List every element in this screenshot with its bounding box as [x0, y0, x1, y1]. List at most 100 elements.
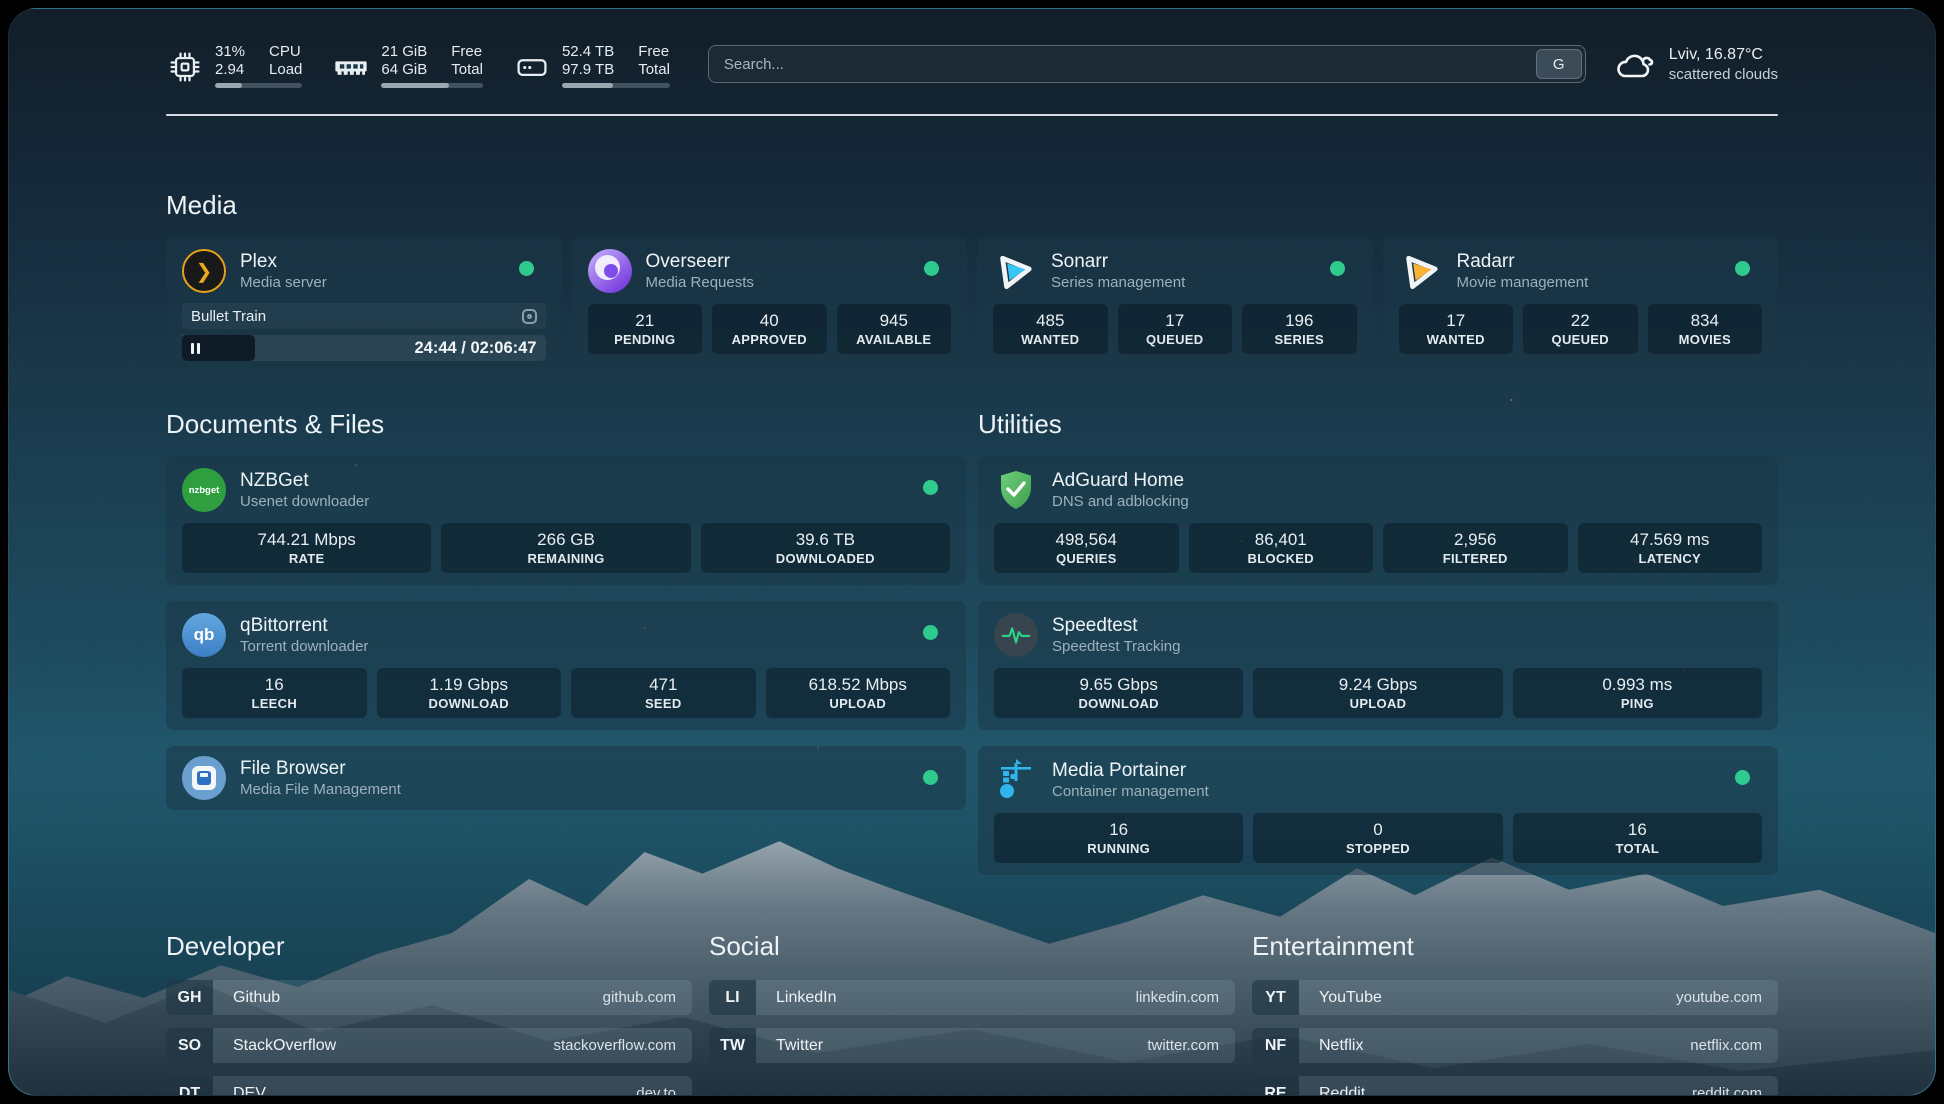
pause-icon[interactable] — [197, 343, 200, 354]
bookmark-abbr: LI — [709, 980, 756, 1015]
bookmark-name: Github — [233, 980, 280, 1015]
nzbget-card[interactable]: nzbget NZBGet Usenet downloader 744.21 M… — [166, 456, 966, 585]
stat-box: 0 STOPPED — [1253, 813, 1502, 863]
stat-box: 945 AVAILABLE — [837, 304, 952, 354]
sonarr-title: Sonarr — [1051, 250, 1185, 273]
plex-icon: ❯ — [182, 249, 226, 293]
pause-icon[interactable] — [191, 343, 194, 354]
memory-total-value: 64 GiB — [381, 61, 427, 79]
bookmark-reddit[interactable]: RE Reddit reddit.com — [1252, 1076, 1778, 1096]
dashboard-window: 31% 2.94 CPU Load — [8, 8, 1936, 1096]
radarr-title: Radarr — [1457, 250, 1589, 273]
stat-box: 16 LEECH — [182, 668, 367, 718]
adguard-description: DNS and adblocking — [1052, 492, 1189, 511]
stat-box: 9.65 Gbps DOWNLOAD — [994, 668, 1243, 718]
stat-label: BLOCKED — [1248, 551, 1314, 566]
plex-progress-bar: 24:44 / 02:06:47 — [182, 335, 546, 361]
bookmark-dev[interactable]: DT DEV dev.to — [166, 1076, 692, 1096]
plex-status-dot — [519, 261, 534, 276]
stat-value: 17 — [1446, 311, 1465, 331]
speedtest-card[interactable]: Speedtest Speedtest Tracking 9.65 Gbps D… — [978, 601, 1778, 730]
stat-value: 618.52 Mbps — [809, 675, 907, 695]
plex-card[interactable]: ❯ Plex Media server Bullet Train — [166, 237, 562, 373]
stat-value: 22 — [1571, 311, 1590, 331]
sonarr-description: Series management — [1051, 273, 1185, 292]
stat-value: 945 — [880, 311, 908, 331]
bookmark-name: Twitter — [776, 1028, 823, 1063]
memory-resource-widget: 21 GiB 64 GiB Free Total — [332, 43, 483, 88]
stat-label: RUNNING — [1087, 841, 1150, 856]
bookmark-netflix[interactable]: NF Netflix netflix.com — [1252, 1028, 1778, 1063]
stat-box: 196 SERIES — [1242, 304, 1357, 354]
bookmark-abbr: SO — [166, 1028, 213, 1063]
stat-label: UPLOAD — [829, 696, 886, 711]
radarr-description: Movie management — [1457, 273, 1589, 292]
bookmark-abbr: RE — [1252, 1076, 1299, 1096]
qbittorrent-card[interactable]: qb qBittorrent Torrent downloader 16 LEE… — [166, 601, 966, 730]
bookmark-domain: netflix.com — [1690, 1028, 1762, 1063]
sonarr-card[interactable]: Sonarr Series management 485 WANTED 17 Q… — [977, 237, 1373, 373]
nzbget-title: NZBGet — [240, 469, 369, 492]
overseerr-status-dot — [924, 261, 939, 276]
bookmark-linkedin[interactable]: LI LinkedIn linkedin.com — [709, 980, 1235, 1015]
disk-labels: Free Total — [638, 43, 670, 78]
stat-value: 86,401 — [1255, 530, 1307, 550]
memory-values: 21 GiB 64 GiB — [381, 43, 427, 78]
cpu-load-label: Load — [269, 61, 302, 79]
stat-label: PENDING — [614, 332, 675, 347]
cpu-load-value: 2.94 — [215, 61, 245, 79]
disk-free-label: Free — [638, 43, 670, 61]
bookmark-youtube[interactable]: YT YouTube youtube.com — [1252, 980, 1778, 1015]
stat-value: 9.65 Gbps — [1079, 675, 1157, 695]
bookmark-abbr: TW — [709, 1028, 756, 1063]
search-input[interactable] — [708, 45, 1586, 83]
bookmark-domain: twitter.com — [1147, 1028, 1219, 1063]
plex-description: Media server — [240, 273, 327, 292]
stat-label: MOVIES — [1679, 332, 1731, 347]
bookmark-domain: youtube.com — [1676, 980, 1762, 1015]
stat-value: 40 — [760, 311, 779, 331]
portainer-card[interactable]: Media Portainer Container management 16 … — [978, 746, 1778, 875]
cpu-progress-fill — [215, 83, 242, 88]
stat-value: 266 GB — [537, 530, 595, 550]
bookmark-stackoverflow[interactable]: SO StackOverflow stackoverflow.com — [166, 1028, 692, 1063]
bookmark-abbr: YT — [1252, 980, 1299, 1015]
memory-free-value: 21 GiB — [381, 43, 427, 61]
bookmark-twitter[interactable]: TW Twitter twitter.com — [709, 1028, 1235, 1063]
plex-elapsed-pill — [182, 335, 255, 361]
memory-free-label: Free — [451, 43, 483, 61]
stat-value: 16 — [1109, 820, 1128, 840]
stat-value: 498,564 — [1056, 530, 1117, 550]
overseerr-icon — [588, 249, 632, 293]
radarr-card[interactable]: Radarr Movie management 17 WANTED 22 QUE… — [1383, 237, 1779, 373]
disk-resource-widget: 52.4 TB 97.9 TB Free Total — [513, 43, 670, 88]
stat-label: SEED — [645, 696, 682, 711]
topbar: 31% 2.94 CPU Load — [166, 43, 1778, 88]
search-container: G — [708, 45, 1586, 83]
disk-progress-fill — [562, 83, 613, 88]
stat-label: DOWNLOAD — [429, 696, 509, 711]
bookmark-name: Netflix — [1319, 1028, 1363, 1063]
disk-total-label: Total — [638, 61, 670, 79]
bookmark-abbr: NF — [1252, 1028, 1299, 1063]
bookmark-github[interactable]: GH Github github.com — [166, 980, 692, 1015]
sonarr-icon — [993, 249, 1037, 293]
overseerr-title: Overseerr — [646, 250, 754, 273]
adguard-card[interactable]: AdGuard Home DNS and adblocking 498,564 … — [978, 456, 1778, 585]
filebrowser-card[interactable]: File Browser Media File Management — [166, 746, 966, 810]
search-provider-button[interactable]: G — [1536, 49, 1582, 79]
stat-label: UPLOAD — [1350, 696, 1407, 711]
stat-box: 471 SEED — [571, 668, 756, 718]
bookmark-name: Reddit — [1319, 1076, 1365, 1096]
bookmark-domain: reddit.com — [1692, 1076, 1762, 1096]
overseerr-card[interactable]: Overseerr Media Requests 21 PENDING 40 A… — [572, 237, 968, 373]
disk-free-value: 52.4 TB — [562, 43, 614, 61]
cpu-icon — [166, 48, 204, 86]
stat-label: SERIES — [1275, 332, 1324, 347]
stat-value: 471 — [649, 675, 677, 695]
stat-box: 17 WANTED — [1399, 304, 1514, 354]
stat-box: 40 APPROVED — [712, 304, 827, 354]
cpu-values: 31% 2.94 — [215, 43, 245, 78]
stat-box: 86,401 BLOCKED — [1189, 523, 1374, 573]
nzbget-icon: nzbget — [182, 468, 226, 512]
